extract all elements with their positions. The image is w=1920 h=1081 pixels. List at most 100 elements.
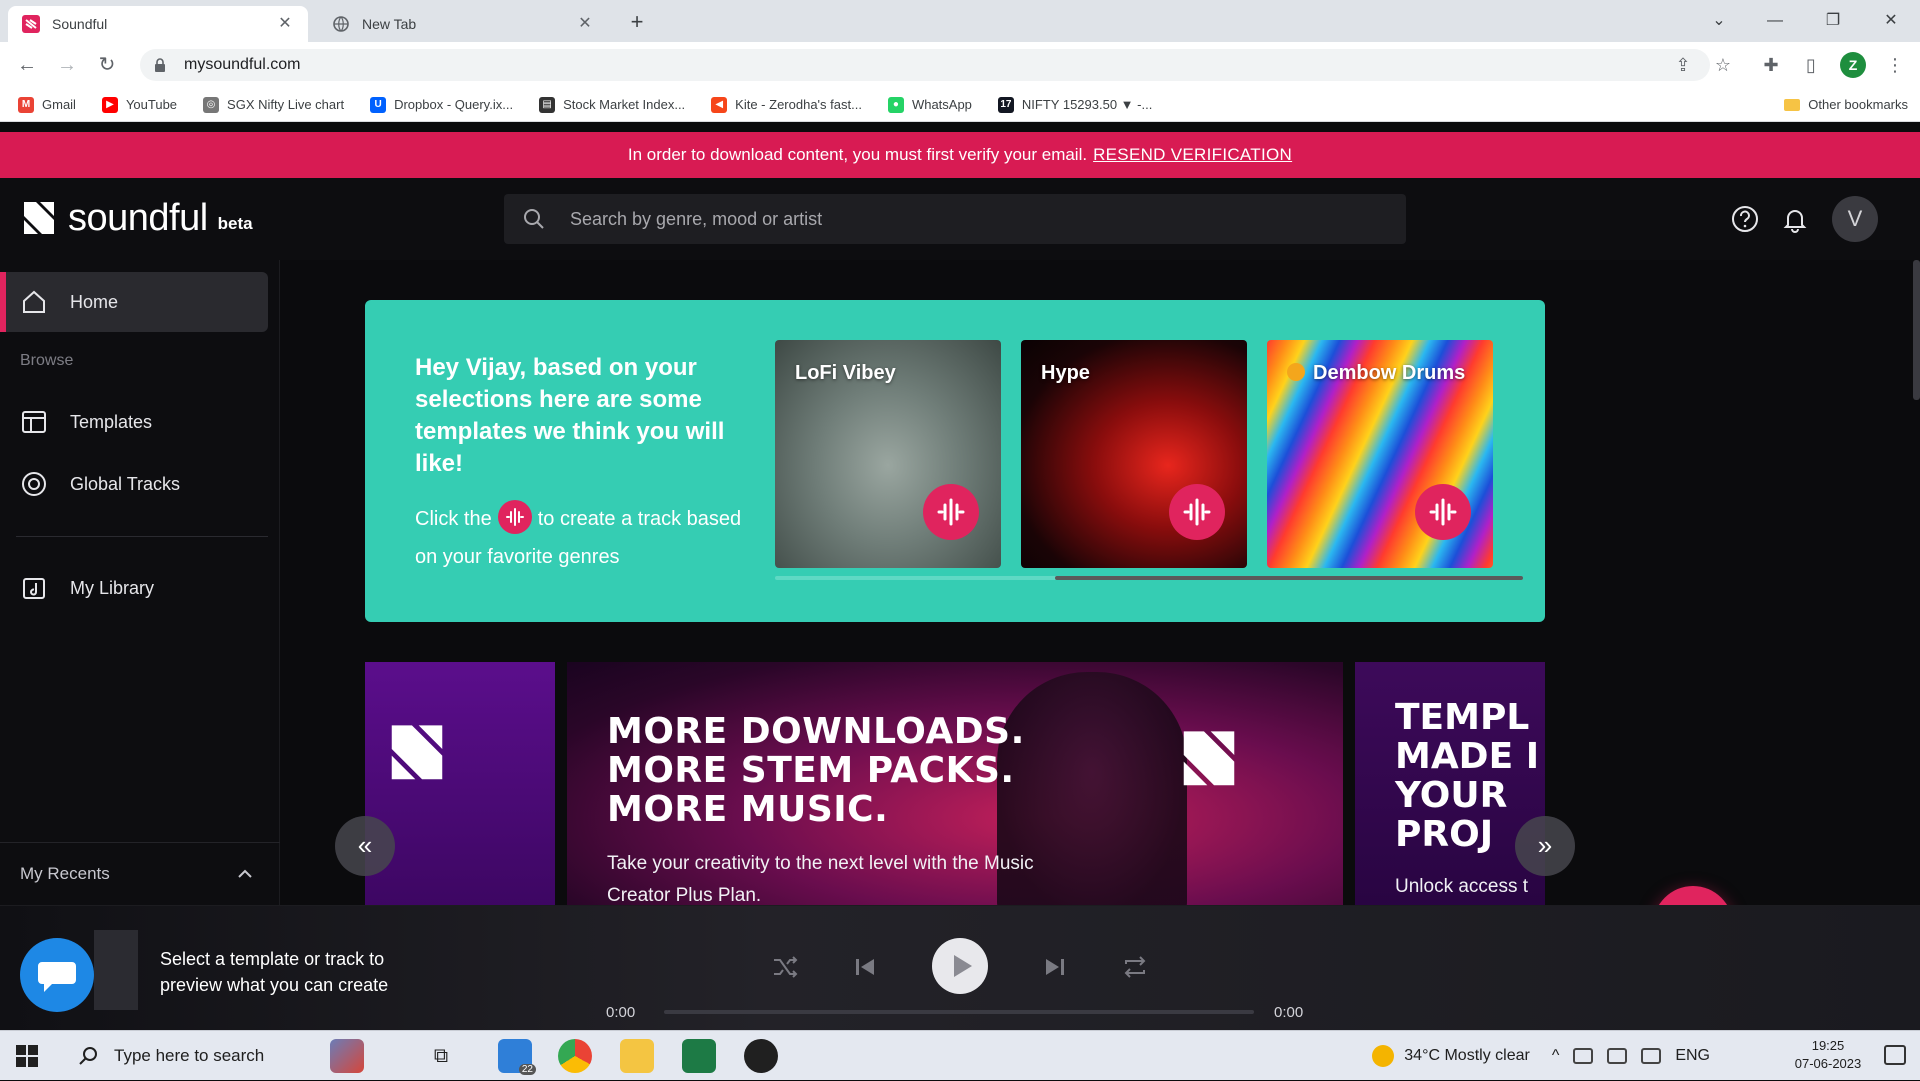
player-bar: Select a template or track to preview wh… [0,905,1920,1030]
sidebar-item-my-library[interactable]: My Library [0,558,268,618]
bell-icon[interactable] [1780,204,1810,234]
repeat-icon[interactable] [1118,950,1152,984]
forward-icon[interactable]: → [54,52,80,78]
tab-new-tab[interactable]: New Tab ✕ [318,6,608,42]
weather-widget[interactable]: 34°C Mostly clear [1372,1045,1530,1067]
sidebar-item-global-tracks[interactable]: Global Tracks [0,454,268,514]
search-bar[interactable] [504,194,1406,244]
template-card-hype[interactable]: Hype [1021,340,1247,568]
network-icon[interactable] [1607,1048,1628,1064]
create-track-icon [497,499,532,534]
previous-track-icon[interactable] [848,950,882,984]
app-icon[interactable] [744,1039,778,1073]
template-card-dembow-drums[interactable]: Dembow Drums [1267,340,1493,568]
language-indicator[interactable]: ENG [1675,1047,1710,1065]
bookmark-kite[interactable]: ◀ Kite - Zerodha's fast... [711,96,862,113]
sidebar-item-templates[interactable]: Templates [0,392,268,452]
volume-icon[interactable] [1641,1048,1662,1064]
bookmark-dropbox[interactable]: U Dropbox - Query.ix... [370,96,513,113]
promo-slide-next[interactable]: TEMPL MADE I YOUR PROJ Unlock access t [1355,662,1545,905]
battery-icon[interactable] [1573,1048,1594,1064]
bookmark-youtube[interactable]: ▶ YouTube [101,96,177,113]
taskbar-clock[interactable]: 19:25 07-06-2023 [1788,1037,1868,1073]
taskbar-search[interactable]: Type here to search [64,1031,320,1081]
chrome-icon[interactable] [558,1039,592,1073]
sidebar-item-label: Home [70,291,119,312]
bookmark-gmail[interactable]: M Gmail [18,96,76,113]
side-panel-icon[interactable]: ▯ [1800,54,1822,76]
restore-icon[interactable]: ❐ [1818,8,1848,34]
resend-verification-link[interactable]: RESEND VERIFICATION [1093,145,1292,165]
close-tab-icon[interactable]: ✕ [276,15,294,33]
tray-chevron-icon[interactable]: ^ [1552,1047,1560,1065]
bookmark-whatsapp[interactable]: ● WhatsApp [887,96,972,113]
bookmark-stock-market[interactable]: ▤ Stock Market Index... [539,96,685,113]
page-scrollbar[interactable] [1913,260,1920,400]
browse-section-label: Browse [20,352,74,369]
tab-soundful[interactable]: Soundful ✕ [8,6,308,42]
create-track-button[interactable] [923,484,979,540]
reload-icon[interactable]: ↻ [94,52,120,78]
promo-subtitle: Unlock access t [1395,876,1529,897]
share-icon[interactable]: ⇪ [1672,54,1694,76]
dropbox-icon: U [370,96,387,113]
bookmark-sgx-nifty[interactable]: ◎ SGX Nifty Live chart [203,96,344,113]
play-button[interactable] [932,938,988,994]
bookmark-star-icon[interactable]: ☆ [1712,54,1734,76]
template-card-lofi-vibey[interactable]: LoFi Vibey [775,340,1001,568]
close-tab-icon[interactable]: ✕ [576,15,594,33]
tab-title: Soundful [52,16,108,32]
create-track-button[interactable] [1169,484,1225,540]
url-text: mysoundful.com [184,56,301,73]
shuffle-icon[interactable] [768,950,802,984]
mail-icon[interactable]: 22 [498,1039,536,1075]
whatsapp-icon: ● [887,96,904,113]
globe-icon: ◎ [203,96,220,113]
template-carousel-scrollbar[interactable] [775,576,1523,580]
task-view-icon[interactable]: ⧉ [432,1039,450,1073]
carousel-prev-button[interactable]: « [335,816,395,876]
excel-icon[interactable] [682,1039,716,1073]
extensions-icon[interactable]: ✚ [1760,54,1782,76]
kite-icon: ◀ [711,96,728,113]
home-icon [23,290,45,313]
tradingview-icon: 17 [997,96,1014,113]
user-avatar[interactable]: V [1832,196,1878,242]
windows-start-icon[interactable] [16,1045,38,1067]
soundful-logo-icon [391,725,443,780]
soundful-logo[interactable]: soundful beta [20,198,253,238]
chevron-up-icon [238,869,252,878]
close-window-icon[interactable]: ✕ [1876,8,1906,34]
banner-text: In order to download content, you must f… [627,145,1088,164]
create-track-fab[interactable] [1653,886,1733,905]
minimize-icon[interactable]: — [1760,8,1790,34]
search-highlight-icon[interactable] [330,1039,364,1073]
back-icon[interactable]: ← [14,52,40,78]
tab-search-icon[interactable]: ⌄ [1704,8,1734,34]
create-track-button[interactable] [1415,484,1471,540]
bookmark-nifty[interactable]: 17 NIFTY 15293.50 ▼ -... [997,96,1152,113]
notification-center-icon[interactable] [1884,1045,1906,1065]
playback-progress-bar[interactable] [664,1010,1254,1014]
next-track-icon[interactable] [1038,950,1072,984]
address-bar[interactable]: mysoundful.com [140,49,1710,81]
sidebar-item-label: Templates [70,411,153,432]
new-tab-button[interactable]: + [624,10,650,36]
scrollbar-thumb[interactable] [1055,576,1523,580]
promo-title: MORE DOWNLOADS. MORE STEM PACKS. MORE MU… [607,711,1025,830]
chart-icon: ▤ [539,96,556,113]
chat-support-button[interactable] [20,938,94,1012]
carousel-next-button[interactable]: » [1515,816,1575,876]
promo-slide-plus-plan[interactable]: MORE DOWNLOADS. MORE STEM PACKS. MORE MU… [567,662,1343,905]
search-input[interactable] [570,208,1406,230]
menu-icon[interactable]: ⋮ [1884,54,1906,76]
file-explorer-icon[interactable] [620,1039,654,1073]
template-name: LoFi Vibey [795,362,896,384]
sidebar-item-home[interactable]: Home [0,272,268,332]
help-icon[interactable] [1730,204,1760,234]
my-recents-toggle[interactable]: My Recents [0,842,280,905]
other-bookmarks[interactable]: Other bookmarks [1784,97,1908,112]
time-total: 0:00 [1274,1004,1304,1021]
promo-slide-previous[interactable] [365,662,555,905]
profile-avatar[interactable]: Z [1840,52,1866,78]
